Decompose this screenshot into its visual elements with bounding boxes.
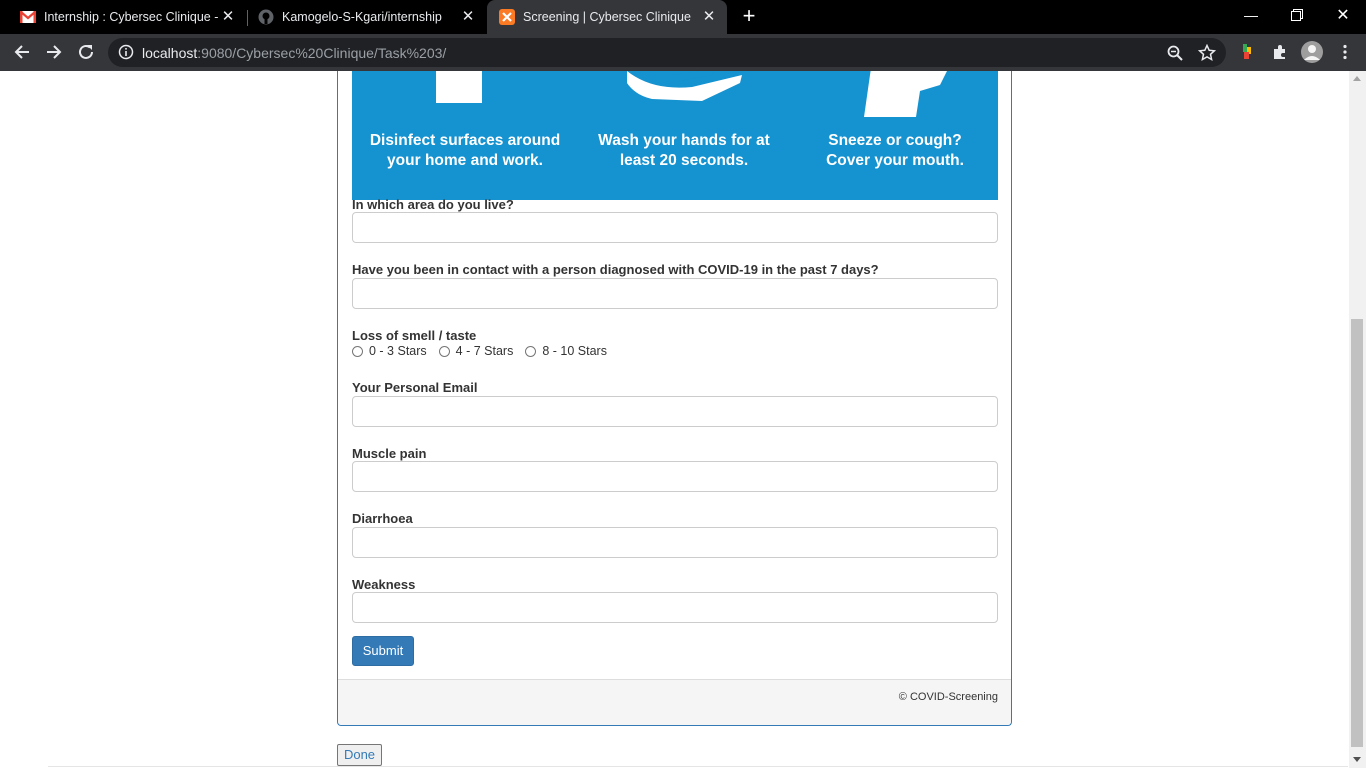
area-label: In which area do you live? [352, 197, 514, 212]
smell-option-label: 8 - 10 Stars [542, 344, 607, 358]
address-bar[interactable]: localhost:9080/Cybersec%20Clinique/Task%… [108, 38, 1226, 67]
copyright-text: © COVID-Screening [898, 691, 998, 703]
menu-kebab-icon[interactable] [1336, 43, 1354, 61]
contact-label: Have you been in contact with a person d… [352, 262, 879, 277]
hygiene-banner: Disinfect surfaces around your home and … [352, 71, 998, 200]
banner-caption-wash: Wash your hands for at least 20 seconds. [598, 132, 770, 169]
diarrhoea-input[interactable] [352, 527, 998, 558]
smell-taste-options: 0 - 3 Stars 4 - 7 Stars 8 - 10 Stars [352, 344, 619, 358]
area-input[interactable] [352, 212, 998, 243]
window-close-icon[interactable]: ✕ [1320, 0, 1366, 30]
url-host: localhost [142, 45, 198, 61]
minimize-icon[interactable]: — [1228, 0, 1274, 30]
done-button[interactable]: Done [337, 744, 382, 766]
reload-icon[interactable] [73, 39, 99, 65]
divider [48, 766, 1348, 767]
email-label: Your Personal Email [352, 380, 478, 395]
smell-radio-8-10[interactable] [525, 345, 537, 357]
browser-toolbar: localhost:9080/Cybersec%20Clinique/Task%… [0, 34, 1366, 71]
banner-illustration [436, 71, 947, 117]
panel-footer: © COVID-Screening [338, 679, 1011, 725]
bookmark-star-icon[interactable] [1197, 43, 1217, 62]
zoom-icon[interactable] [1166, 44, 1184, 62]
back-icon[interactable] [9, 39, 35, 65]
tab-title: Kamogelo-S-Kgari/internship [282, 10, 442, 24]
page-viewport: Disinfect surfaces around your home and … [0, 71, 1349, 768]
banner-caption-sneeze: Sneeze or cough? Cover your mouth. [826, 132, 964, 169]
forward-icon[interactable] [41, 39, 67, 65]
muscle-pain-input[interactable] [352, 461, 998, 492]
xampp-icon [499, 9, 515, 25]
smell-option-label: 4 - 7 Stars [455, 344, 514, 358]
weakness-input[interactable] [352, 592, 998, 623]
profile-avatar[interactable] [1300, 40, 1324, 64]
tab-screening[interactable]: Screening | Cybersec Clinique ✕ [487, 0, 727, 34]
gmail-icon [20, 9, 36, 25]
restore-icon[interactable] [1274, 0, 1320, 30]
url-path: :9080/Cybersec%20Clinique/Task%203/ [197, 45, 447, 61]
tab-title: Screening | Cybersec Clinique [523, 10, 691, 24]
smell-radio-0-3[interactable] [352, 345, 363, 357]
email-input[interactable] [352, 396, 998, 427]
tab-title: Internship : Cybersec Clinique - k [44, 10, 220, 24]
screening-panel: Disinfect surfaces around your home and … [337, 71, 1012, 726]
submit-button[interactable]: Submit [352, 636, 414, 666]
info-icon[interactable] [118, 44, 134, 65]
url-text: localhost:9080/Cybersec%20Clinique/Task%… [142, 45, 446, 61]
scroll-down-icon[interactable] [1353, 757, 1361, 762]
weakness-label: Weakness [352, 577, 416, 592]
tab-github[interactable]: Kamogelo-S-Kgari/internship ✕ [248, 0, 486, 34]
banner-caption-disinfect: Disinfect surfaces around your home and … [369, 132, 561, 169]
close-icon[interactable]: ✕ [460, 9, 476, 25]
muscle-pain-label: Muscle pain [352, 446, 427, 461]
smell-taste-label: Loss of smell / taste [352, 328, 477, 343]
diarrhoea-label: Diarrhoea [352, 511, 413, 526]
new-tab-icon[interactable]: + [738, 5, 760, 28]
vertical-scrollbar[interactable] [1349, 71, 1366, 768]
smell-radio-4-7[interactable] [438, 345, 450, 357]
tab-bar: Internship : Cybersec Clinique - k ✕ Kam… [0, 0, 1366, 34]
extension-colorful-icon[interactable] [1239, 43, 1257, 61]
extensions-puzzle-icon[interactable] [1271, 43, 1289, 61]
scroll-up-icon[interactable] [1353, 76, 1361, 81]
close-icon[interactable]: ✕ [220, 9, 236, 25]
contact-input[interactable] [352, 278, 998, 309]
tab-gmail[interactable]: Internship : Cybersec Clinique - k ✕ [0, 0, 246, 34]
smell-option-label: 0 - 3 Stars [369, 344, 427, 358]
scrollbar-thumb[interactable] [1351, 319, 1363, 747]
close-icon[interactable]: ✕ [701, 9, 717, 25]
github-icon [258, 9, 274, 25]
